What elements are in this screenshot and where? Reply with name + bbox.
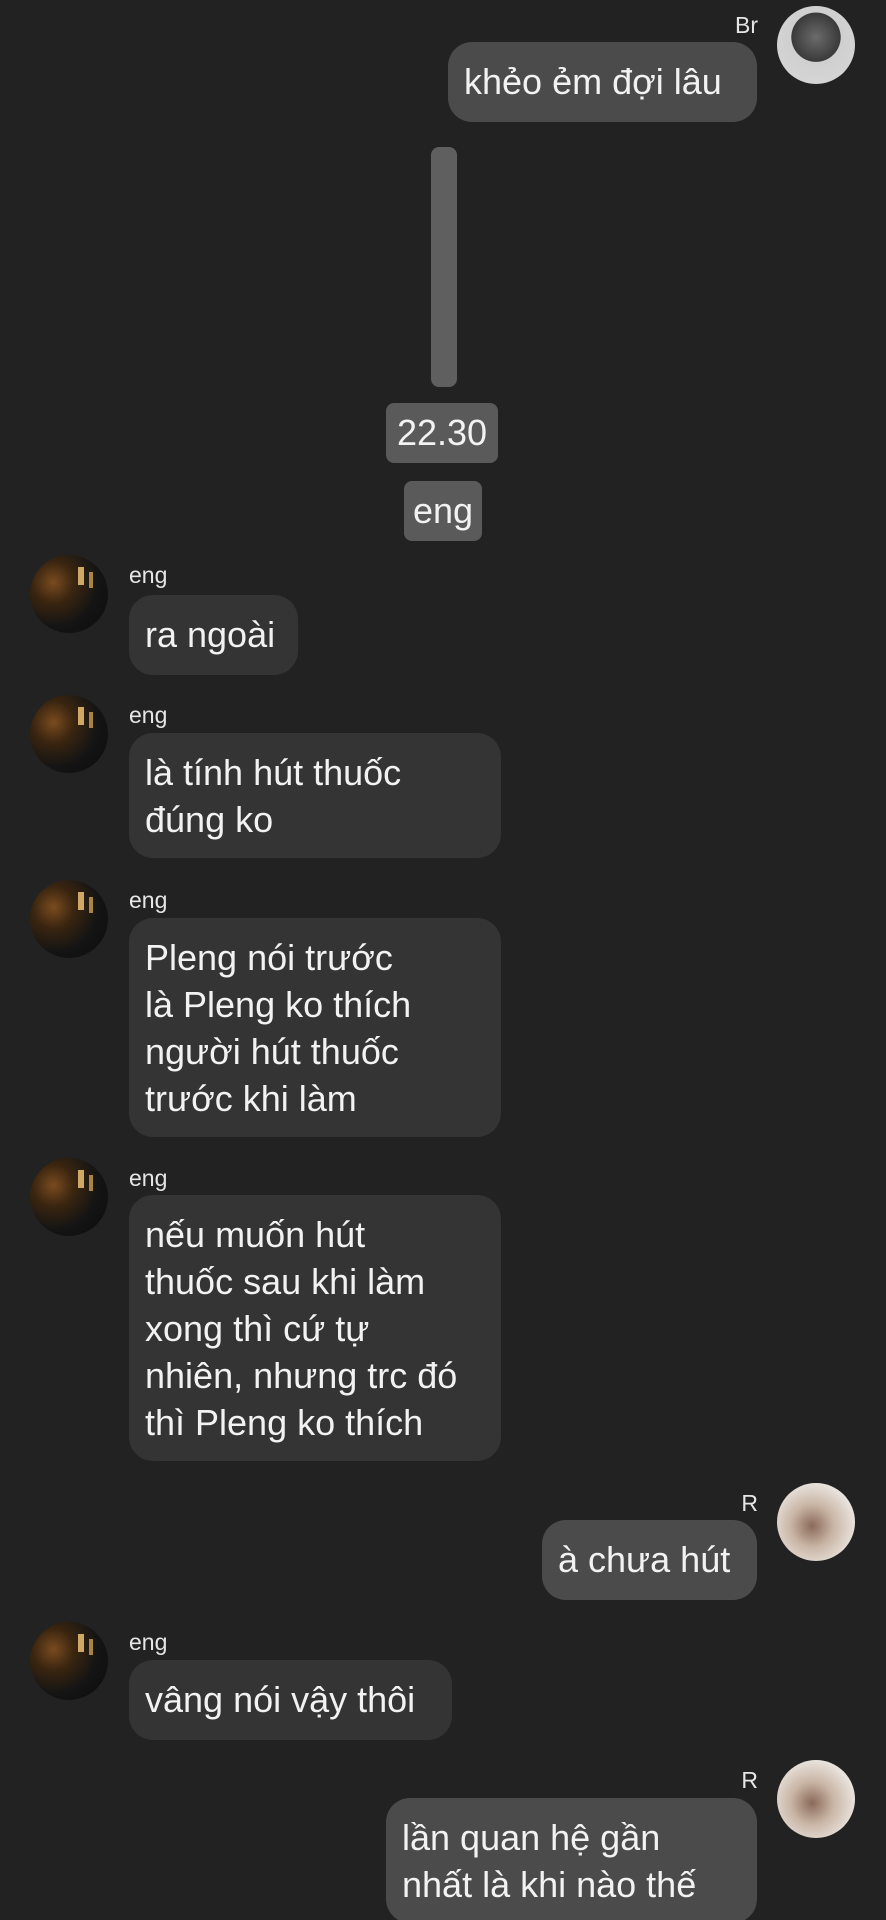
sender-name: eng bbox=[129, 1165, 168, 1191]
avatar[interactable] bbox=[30, 1622, 108, 1700]
message-bubble-incoming[interactable]: ra ngoài bbox=[129, 595, 298, 675]
sender-name: eng bbox=[129, 887, 168, 913]
avatar[interactable] bbox=[30, 880, 108, 958]
message-bubble-incoming[interactable]: là tính hút thuốc đúng ko bbox=[129, 733, 501, 858]
sender-name: eng bbox=[129, 562, 168, 588]
divider-bar bbox=[431, 147, 457, 387]
name-chip: eng bbox=[404, 481, 482, 541]
sender-name: eng bbox=[129, 1629, 168, 1655]
avatar[interactable] bbox=[777, 1483, 855, 1561]
sender-name: R bbox=[741, 1767, 758, 1793]
time-chip: 22.30 bbox=[386, 403, 498, 463]
avatar[interactable] bbox=[30, 695, 108, 773]
message-bubble-outgoing[interactable]: khẻo ẻm đợi lâu bbox=[448, 42, 757, 122]
message-bubble-outgoing[interactable]: à chưa hút bbox=[542, 1520, 757, 1600]
sender-name: Br bbox=[735, 12, 758, 38]
message-bubble-incoming[interactable]: nếu muốn hút thuốc sau khi làm xong thì … bbox=[129, 1195, 501, 1461]
message-bubble-outgoing[interactable]: lần quan hệ gần nhất là khi nào thế bbox=[386, 1798, 757, 1920]
message-bubble-incoming[interactable]: Pleng nói trước là Pleng ko thích người … bbox=[129, 918, 501, 1137]
message-bubble-incoming[interactable]: vâng nói vậy thôi bbox=[129, 1660, 452, 1740]
sender-name: R bbox=[741, 1490, 758, 1516]
sender-name: eng bbox=[129, 702, 168, 728]
avatar[interactable] bbox=[777, 1760, 855, 1838]
avatar[interactable] bbox=[777, 6, 855, 84]
avatar[interactable] bbox=[30, 555, 108, 633]
avatar[interactable] bbox=[30, 1158, 108, 1236]
